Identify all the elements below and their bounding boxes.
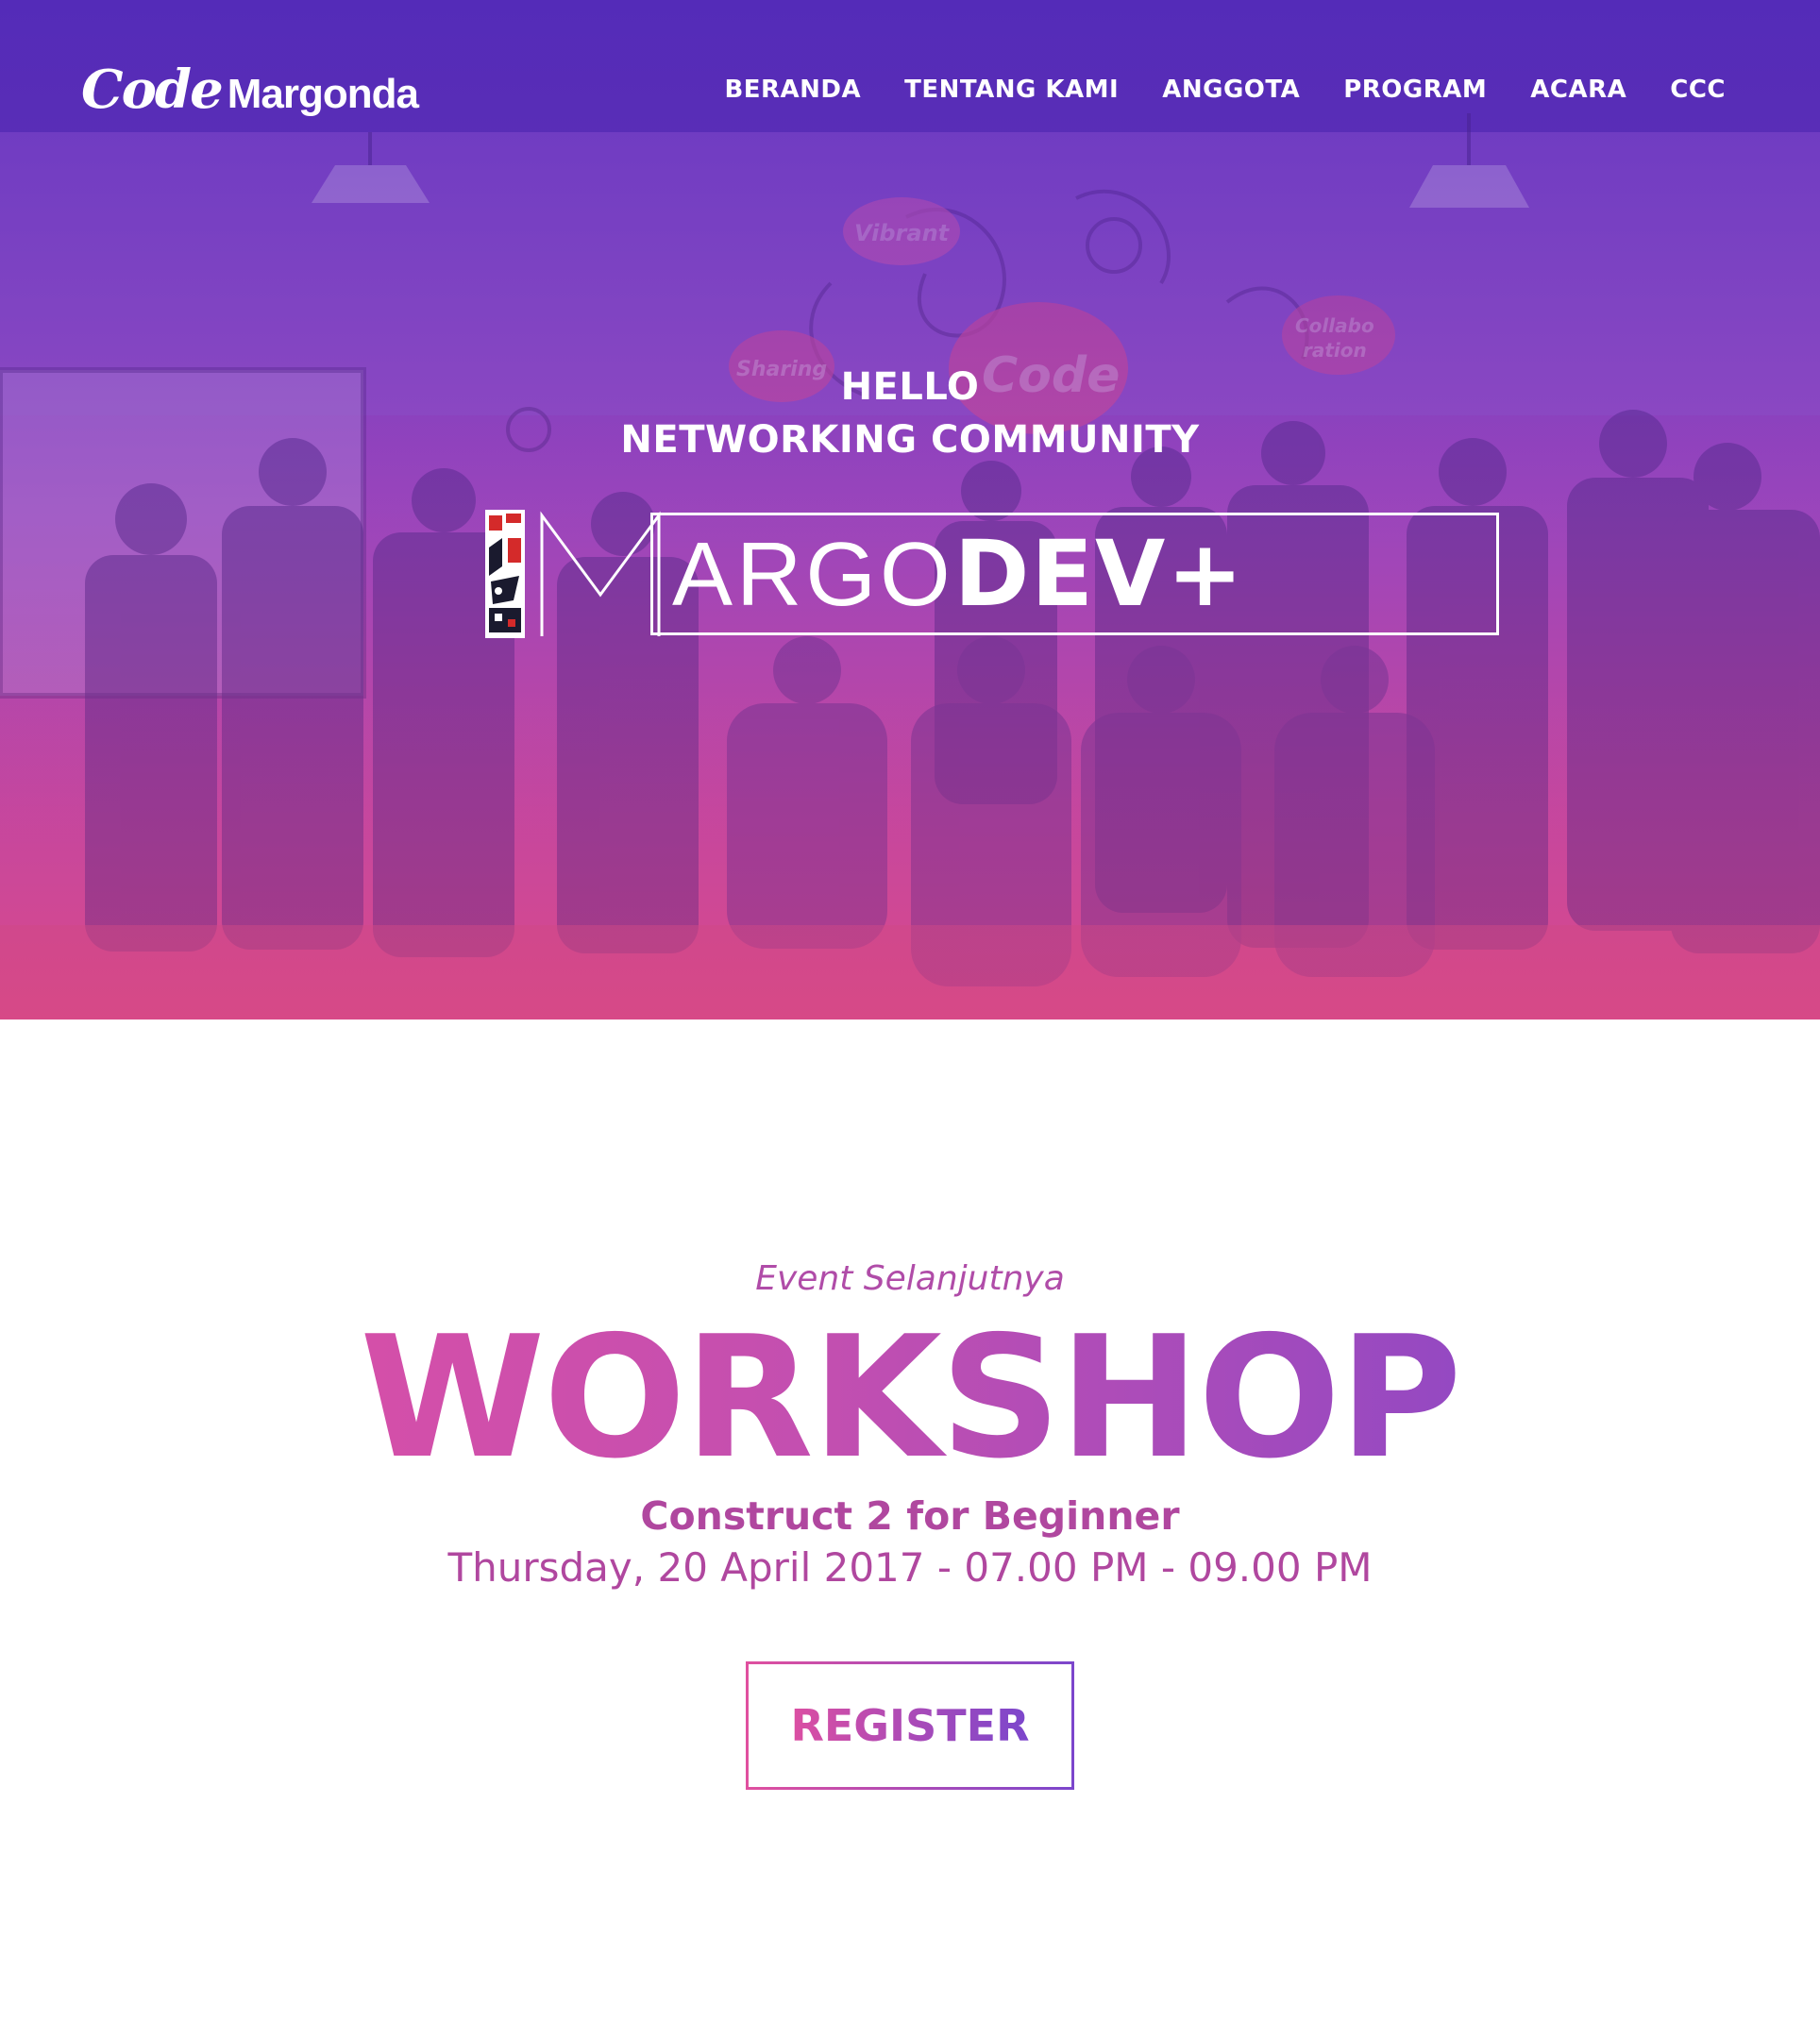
nav-item-beranda: BERANDA [724,76,861,104]
event-datetime: Thursday, 20 April 2017 - 07.00 PM - 09.… [447,1544,1373,1591]
logo-word-light: ARGO [672,524,954,625]
margodev-logo: ARGODEV+ [485,510,1499,638]
hero-greeting-line2: NETWORKING COMMUNITY [620,418,1200,462]
event-title: WORKSHOP [0,1308,1820,1488]
register-button-label: REGISTER [790,1700,1030,1751]
logo-word-bold: DEV+ [953,521,1245,627]
hero-heading: HELLO NETWORKING COMMUNITY [0,361,1820,466]
brand-logo[interactable]: Code Margonda [81,59,419,121]
nav-link-ccc[interactable]: CCC [1670,76,1726,104]
event-subtitle: Construct 2 for Beginner [640,1493,1180,1539]
nav-link-beranda[interactable]: BERANDA [724,76,861,104]
register-button-border: REGISTER [746,1661,1074,1790]
nav-link-acara[interactable]: ACARA [1530,76,1626,104]
brand-name-text: Margonda [227,71,419,117]
batik-mark-icon [485,510,525,638]
register-button[interactable]: REGISTER [749,1664,1071,1787]
top-navbar: Code Margonda BERANDA TENTANG KAMI ANGGO… [0,0,1820,179]
nav-link-tentang-kami[interactable]: TENTANG KAMI [904,76,1119,104]
brand-code-text: Code [81,59,224,121]
nav-item-program: PROGRAM [1343,76,1487,104]
logo-m-letter-icon [540,510,663,638]
hero-greeting: HELLO NETWORKING COMMUNITY [0,361,1820,466]
nav-item-ccc: CCC [1670,76,1726,104]
hero-section: Vibrant Sharing Collabo ration Code [0,0,1820,1020]
nav-item-tentang-kami: TENTANG KAMI [904,76,1119,104]
nav-item-anggota: ANGGOTA [1162,76,1300,104]
event-kicker: Event Selanjutnya [755,1259,1065,1298]
hero-greeting-line1: HELLO [840,365,980,409]
logo-wordmark: ARGODEV+ [672,515,1245,633]
next-event-section: Event Selanjutnya WORKSHOP Construct 2 f… [0,1020,1820,2039]
nav-link-program[interactable]: PROGRAM [1343,76,1487,104]
nav-menu: BERANDA TENTANG KAMI ANGGOTA PROGRAM ACA… [724,76,1726,104]
nav-link-anggota[interactable]: ANGGOTA [1162,76,1300,104]
nav-item-acara: ACARA [1530,76,1626,104]
